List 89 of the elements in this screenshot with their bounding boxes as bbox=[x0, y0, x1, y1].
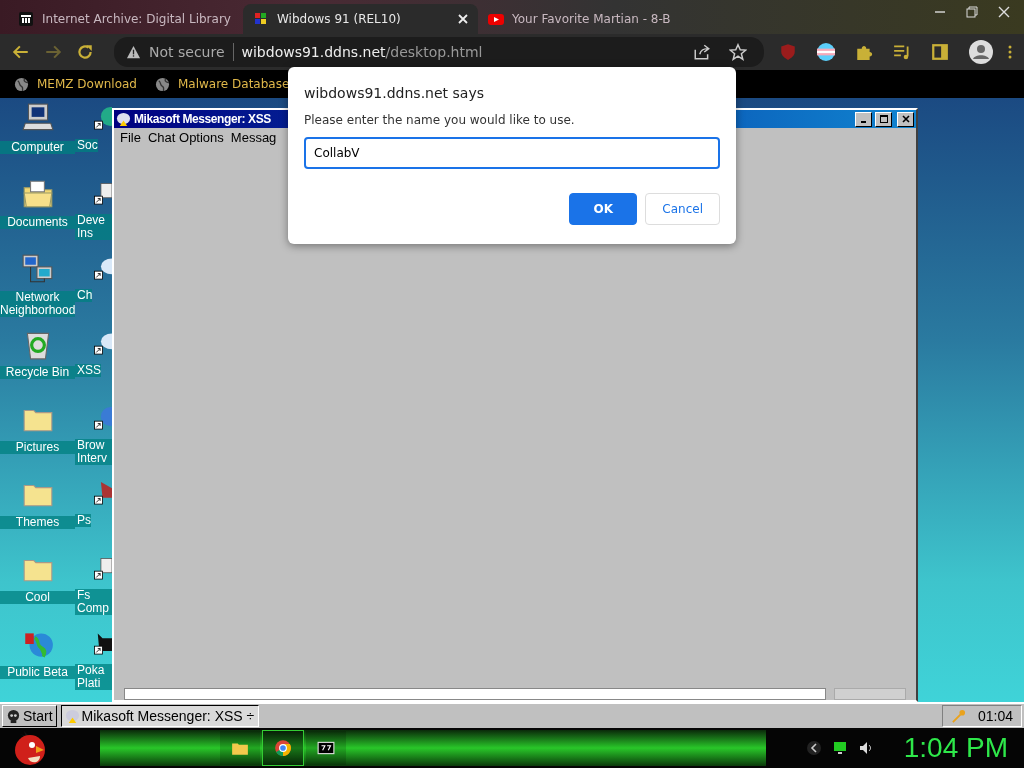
archive-icon bbox=[317, 739, 335, 757]
menu-item[interactable]: Messag bbox=[230, 130, 277, 145]
chevron-icon[interactable] bbox=[805, 740, 822, 756]
cancel-button[interactable]: Cancel bbox=[645, 193, 720, 225]
side-panel-icon[interactable] bbox=[931, 43, 949, 61]
bookmark[interactable]: MEMZ Download bbox=[14, 76, 137, 92]
skull-icon bbox=[6, 708, 21, 724]
chat-bubble-icon bbox=[116, 111, 131, 127]
monitor-icon[interactable] bbox=[831, 740, 848, 756]
menu-item[interactable]: Chat Options bbox=[147, 130, 224, 145]
desktop-shortcut[interactable]: Fs Comp bbox=[75, 548, 112, 623]
close-icon[interactable] bbox=[458, 14, 468, 24]
maximize-button[interactable] bbox=[875, 111, 892, 127]
warning-icon bbox=[126, 44, 141, 60]
icon-label: Cool bbox=[0, 591, 75, 604]
security-label: Not secure bbox=[149, 44, 225, 60]
play-icon bbox=[488, 11, 504, 27]
menu-item[interactable]: File bbox=[120, 130, 141, 145]
ok-button[interactable]: OK bbox=[569, 193, 638, 225]
taskbar-button[interactable]: Mikasoft Messenger: XSS ÷ bbox=[60, 705, 259, 727]
chat-bubble-icon bbox=[64, 708, 80, 724]
desktop-icon[interactable]: Documents bbox=[0, 173, 75, 248]
back-icon[interactable] bbox=[12, 43, 30, 61]
taskbar-app[interactable] bbox=[306, 731, 346, 765]
tab-title: Your Favorite Martian - 8-B bbox=[512, 12, 672, 26]
desktop-icon[interactable]: Themes bbox=[0, 473, 75, 548]
bookmark[interactable]: Malware Database bbox=[155, 76, 290, 92]
close-button[interactable] bbox=[897, 111, 914, 127]
desktop-icon[interactable]: Computer bbox=[0, 98, 75, 173]
building-icon bbox=[18, 11, 34, 27]
icon-label: Computer bbox=[0, 141, 75, 154]
maximize-icon bbox=[879, 115, 888, 123]
taskbar-app[interactable] bbox=[262, 730, 304, 766]
speaker-icon[interactable] bbox=[857, 740, 874, 756]
icon-label: Recycle Bin bbox=[0, 366, 75, 379]
globe-icon bbox=[155, 76, 170, 92]
chrome-icon bbox=[274, 739, 292, 757]
avatar-icon[interactable] bbox=[969, 40, 993, 64]
playlist-icon[interactable] bbox=[893, 43, 911, 61]
start-button[interactable]: Start bbox=[2, 705, 57, 727]
desktop-icon[interactable]: Public Beta bbox=[0, 623, 75, 698]
icon-label: Ch bbox=[75, 289, 93, 302]
desktop-shortcut[interactable]: Ps bbox=[75, 473, 112, 548]
icon-label: Poka Plati bbox=[75, 664, 112, 690]
star-icon[interactable] bbox=[729, 43, 747, 61]
icon-label: Ps bbox=[75, 514, 91, 527]
icon-label: Fs Comp bbox=[75, 589, 112, 615]
flag-circle-icon[interactable] bbox=[817, 43, 835, 61]
globe-icon bbox=[14, 76, 29, 92]
icon-label: Documents bbox=[0, 216, 75, 229]
clock: 1:04 PM bbox=[903, 732, 1008, 764]
tab-title: Wibdows 91 (REL10) bbox=[277, 12, 402, 26]
minimize-button[interactable] bbox=[855, 111, 872, 127]
windows-logo-icon bbox=[253, 11, 269, 27]
name-input[interactable]: CollabV bbox=[304, 137, 720, 169]
address-bar[interactable]: Not secure wibdows91.ddns.net/desktop.html bbox=[114, 37, 764, 67]
icon-label: Themes bbox=[0, 516, 75, 529]
close-icon bbox=[901, 115, 910, 123]
icon-label: Soc bbox=[75, 139, 98, 152]
desktop-icon[interactable]: Pictures bbox=[0, 398, 75, 473]
desktop-icon[interactable]: Recycle Bin bbox=[0, 323, 75, 398]
dialog-message: Please enter the name you would like to use. bbox=[304, 113, 576, 127]
browser-tab[interactable]: Internet Archive: Digital Library bbox=[8, 4, 243, 34]
icon-label: Deve Ins bbox=[75, 214, 112, 240]
browser-tab[interactable]: Your Favorite Martian - 8-B bbox=[478, 4, 713, 34]
icon-label: Pictures bbox=[0, 441, 75, 454]
tab-title: Internet Archive: Digital Library bbox=[42, 12, 232, 26]
desktop-shortcut[interactable]: Deve Ins bbox=[75, 173, 112, 248]
icon-label: Network Neighborhood bbox=[0, 291, 75, 317]
window-title: Mikasoft Messenger: XSS bbox=[134, 112, 271, 126]
tray-clock: 01:04 bbox=[977, 708, 1013, 724]
icon-label: XSS bbox=[75, 364, 101, 377]
message-field[interactable] bbox=[124, 688, 826, 700]
restore-icon[interactable] bbox=[966, 6, 978, 18]
icon-label: Public Beta bbox=[0, 666, 75, 679]
icon-label: Brow Interv bbox=[75, 439, 112, 465]
url-path: /desktop.html bbox=[385, 44, 483, 60]
close-icon[interactable] bbox=[998, 6, 1010, 18]
puzzle-icon[interactable] bbox=[855, 43, 873, 61]
browser-tab[interactable]: Wibdows 91 (REL10) bbox=[243, 4, 478, 34]
share-icon[interactable] bbox=[693, 43, 711, 61]
taskbar-app[interactable] bbox=[220, 731, 260, 765]
dialog-title: wibdows91.ddns.net says bbox=[304, 85, 485, 101]
reload-icon[interactable] bbox=[76, 43, 94, 61]
desktop-icon[interactable]: Cool bbox=[0, 548, 75, 623]
desktop-icon[interactable]: Network Neighborhood bbox=[0, 248, 75, 323]
menu-icon[interactable] bbox=[1008, 44, 1012, 60]
desktop-shortcut[interactable]: Poka Plati bbox=[75, 623, 112, 698]
url-host: wibdows91.ddns.net bbox=[241, 44, 386, 60]
